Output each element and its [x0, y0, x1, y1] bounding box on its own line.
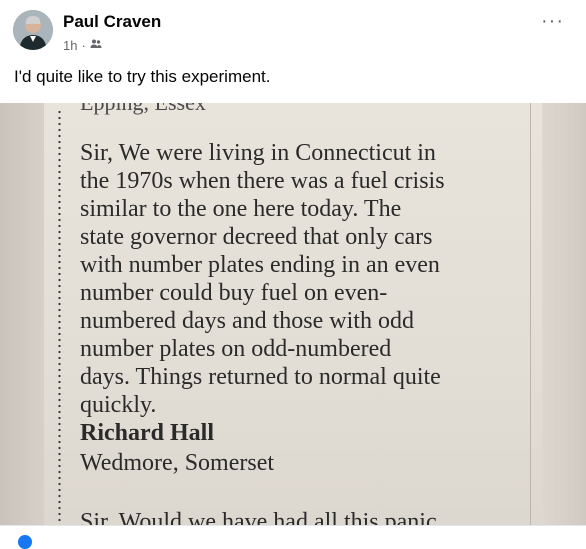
meta-separator: ·: [81, 38, 86, 53]
post-header: Paul Craven 1h · ···: [0, 0, 586, 64]
dotted-column-rule: [58, 109, 61, 525]
photo-margin-right: [542, 103, 586, 525]
post-time[interactable]: 1h: [63, 38, 77, 53]
cut-off-heading: Epping, Essex: [80, 103, 206, 117]
photo-margin-left: [0, 103, 44, 525]
letter-line: number could buy fuel on even-: [80, 280, 388, 306]
post-meta: 1h ·: [63, 38, 102, 53]
letter-line: days. Things returned to normal quite: [80, 364, 441, 390]
letter-signature: Richard Hall: [80, 420, 215, 446]
friends-icon[interactable]: [90, 38, 102, 53]
letter-line: similar to the one here today. The: [80, 196, 402, 222]
column-rule: [530, 103, 531, 525]
letter-line: number plates on odd-numbered: [80, 336, 392, 362]
next-letter-line: Sir, Would we have had all this panic: [80, 509, 437, 525]
reactions-bar: [0, 525, 586, 549]
post-photo[interactable]: Epping, Essex Sir, We were living in Con…: [0, 103, 586, 525]
post-caption: I'd quite like to try this experiment.: [14, 67, 271, 86]
letter-line: the 1970s when there was a fuel crisis: [80, 168, 445, 194]
more-options-icon[interactable]: ···: [541, 11, 564, 31]
author-name[interactable]: Paul Craven: [63, 12, 161, 32]
letter-line: Sir, We were living in Connecticut in: [80, 140, 436, 166]
like-reaction-icon[interactable]: [18, 535, 32, 549]
letter-line: quickly.: [80, 392, 157, 418]
avatar[interactable]: [13, 10, 53, 50]
letter-line: numbered days and those with odd: [80, 308, 414, 334]
letter-line: state governor decreed that only cars: [80, 224, 433, 250]
letter-line: with number plates ending in an even: [80, 252, 440, 278]
letter-location: Wedmore, Somerset: [80, 450, 275, 476]
